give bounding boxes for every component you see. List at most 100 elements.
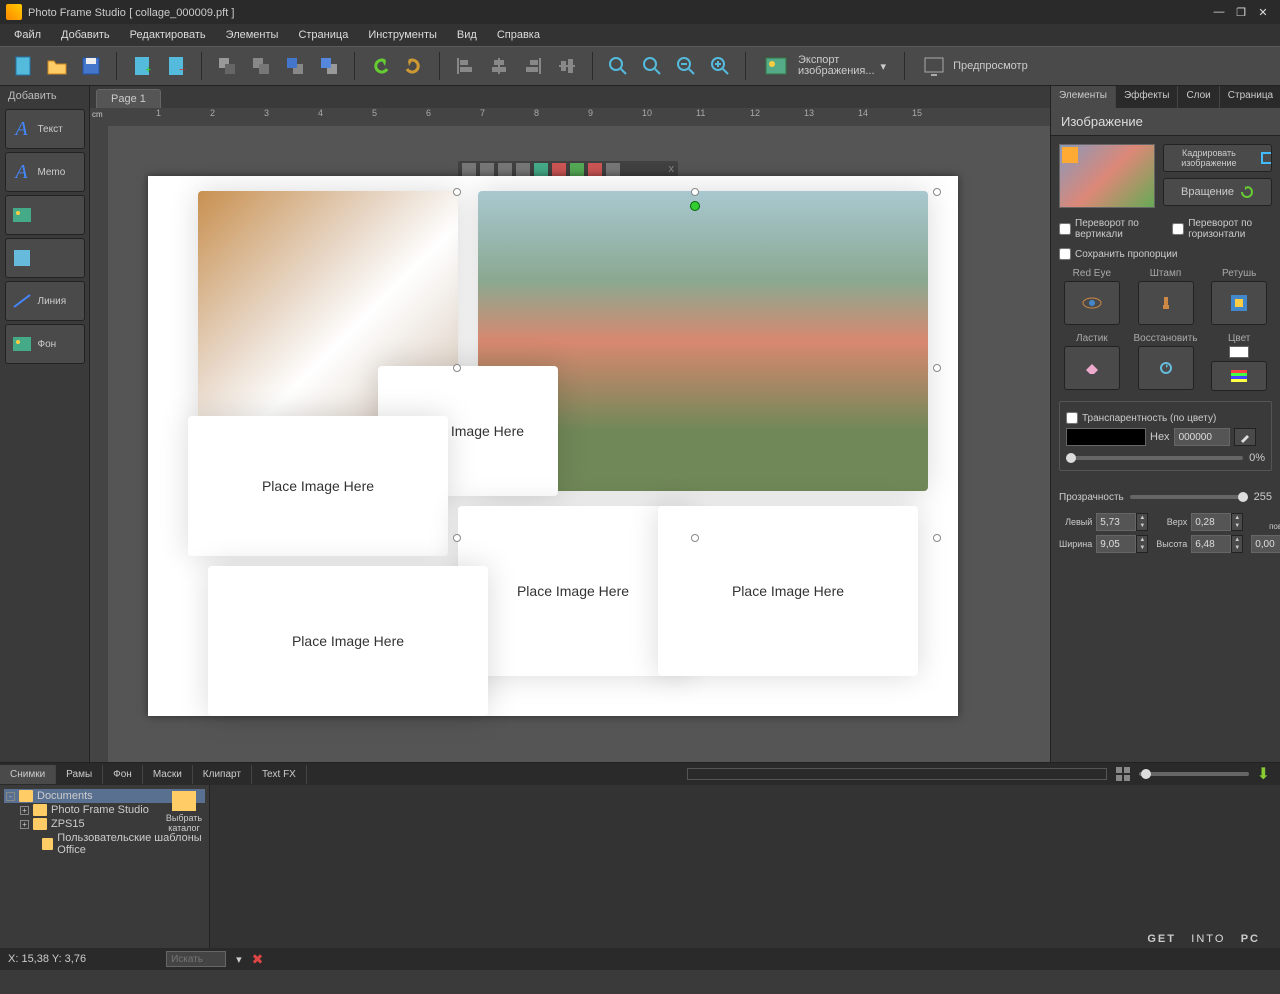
export-button[interactable]: Экспорт изображения... ▾ [756, 49, 894, 83]
menu-elements[interactable]: Элементы [216, 26, 289, 44]
maximize-button[interactable]: ❐ [1230, 3, 1252, 21]
add-text-button[interactable]: A Текст [5, 109, 85, 149]
layer-front-button[interactable] [314, 51, 344, 81]
transparency-slider[interactable] [1066, 456, 1243, 460]
angle-input[interactable] [1251, 535, 1280, 553]
add-memo-button[interactable]: A Memo [5, 152, 85, 192]
apply-icon[interactable]: ⬇ [1257, 764, 1270, 784]
tab-frames[interactable]: Рамы [56, 765, 103, 784]
height-input[interactable] [1191, 535, 1231, 553]
selection-handle[interactable] [933, 534, 941, 542]
zoom-fit-button[interactable] [603, 51, 633, 81]
workspace[interactable]: x Place Image Here Place Image Here Plac… [108, 126, 1050, 762]
transparency-value: 0% [1249, 452, 1265, 464]
canvas-paper[interactable]: Place Image Here Place Image Here Place … [148, 176, 958, 716]
tab-layers[interactable]: Слои [1178, 86, 1219, 108]
search-dropdown-icon[interactable]: ▾ [236, 953, 242, 966]
zoom-out-button[interactable] [671, 51, 701, 81]
select-catalog-button[interactable]: Выбрать каталог [162, 791, 206, 833]
collage-placeholder-3[interactable]: Place Image Here [458, 506, 688, 676]
layer-backward-button[interactable] [246, 51, 276, 81]
selection-handle[interactable] [453, 364, 461, 372]
menu-tools[interactable]: Инструменты [358, 26, 447, 44]
menu-add[interactable]: Добавить [51, 26, 120, 44]
tree-item-templates[interactable]: Пользовательские шаблоны Office [4, 831, 205, 857]
bottom-scrollbar[interactable] [687, 768, 1107, 780]
shape-icon [12, 248, 32, 268]
opacity-slider[interactable] [1130, 495, 1248, 499]
add-background-button[interactable]: Фон [5, 324, 85, 364]
save-button[interactable] [76, 51, 106, 81]
align-right-button[interactable] [518, 51, 548, 81]
hex-input[interactable] [1174, 428, 1230, 446]
align-left-button[interactable] [450, 51, 480, 81]
remove-page-button[interactable]: − [161, 51, 191, 81]
image-thumbnail[interactable] [1059, 144, 1155, 208]
page-tab-1[interactable]: Page 1 [96, 89, 161, 108]
zoom-100-button[interactable] [637, 51, 667, 81]
rotation-handle[interactable] [690, 201, 700, 211]
color-swatch[interactable] [1066, 428, 1146, 446]
eyedropper-button[interactable] [1234, 428, 1256, 446]
layer-forward-button[interactable] [280, 51, 310, 81]
selection-handle[interactable] [453, 188, 461, 196]
tab-elements[interactable]: Элементы [1051, 86, 1116, 108]
keep-ratio-checkbox[interactable] [1059, 248, 1071, 260]
add-page-button[interactable]: + [127, 51, 157, 81]
grid-view-icon[interactable] [1115, 766, 1131, 782]
menu-edit[interactable]: Редактировать [120, 26, 216, 44]
right-panel: Элементы Эффекты Слои Страница Н Изображ… [1050, 86, 1280, 762]
selection-handle[interactable] [453, 534, 461, 542]
tab-backgrounds[interactable]: Фон [103, 765, 143, 784]
undo-button[interactable] [365, 51, 395, 81]
tab-page[interactable]: Страница [1220, 86, 1280, 108]
menu-help[interactable]: Справка [487, 26, 550, 44]
transparency-checkbox[interactable] [1066, 412, 1078, 424]
tab-masks[interactable]: Маски [143, 765, 193, 784]
stamp-button[interactable] [1138, 281, 1194, 325]
minimize-button[interactable]: — [1208, 3, 1230, 21]
selection-handle[interactable] [691, 534, 699, 542]
menu-page[interactable]: Страница [288, 26, 358, 44]
open-button[interactable] [42, 51, 72, 81]
close-button[interactable]: ✕ [1252, 3, 1274, 21]
tab-effects[interactable]: Эффекты [1116, 86, 1178, 108]
clear-search-icon[interactable]: ✖ [252, 951, 264, 968]
flip-vertical-checkbox[interactable] [1059, 223, 1071, 235]
align-center-button[interactable] [484, 51, 514, 81]
layer-back-button[interactable] [212, 51, 242, 81]
flip-horizontal-checkbox[interactable] [1172, 223, 1184, 235]
restore-button[interactable] [1138, 346, 1194, 390]
redeye-button[interactable] [1064, 281, 1120, 325]
color-button[interactable] [1211, 361, 1267, 391]
menu-view[interactable]: Вид [447, 26, 487, 44]
add-shape-button[interactable] [5, 238, 85, 278]
tab-clipart[interactable]: Клипарт [193, 765, 252, 784]
left-input[interactable] [1096, 513, 1136, 531]
new-button[interactable] [8, 51, 38, 81]
collage-placeholder-4[interactable]: Place Image Here [658, 506, 918, 676]
retouch-button[interactable] [1211, 281, 1267, 325]
selection-handle[interactable] [933, 364, 941, 372]
redo-button[interactable] [399, 51, 429, 81]
menu-file[interactable]: Файл [4, 26, 51, 44]
add-line-button[interactable]: Линия [5, 281, 85, 321]
tab-textfx[interactable]: Text FX [252, 765, 307, 784]
collage-placeholder-2[interactable]: Place Image Here [188, 416, 448, 556]
opacity-value: 255 [1254, 491, 1272, 503]
preview-button[interactable]: Предпросмотр [915, 49, 1036, 83]
collage-placeholder-5[interactable]: Place Image Here [208, 566, 488, 716]
width-input[interactable] [1096, 535, 1136, 553]
eraser-button[interactable] [1064, 346, 1120, 390]
add-image-button[interactable] [5, 195, 85, 235]
align-more-button[interactable] [552, 51, 582, 81]
search-input[interactable] [166, 951, 226, 967]
crop-button[interactable]: Кадрировать изображение [1163, 144, 1272, 172]
tab-snapshots[interactable]: Снимки [0, 765, 56, 784]
top-input[interactable] [1191, 513, 1231, 531]
thumbnail-size-slider[interactable] [1139, 772, 1249, 776]
selection-handle[interactable] [691, 188, 699, 196]
zoom-in-button[interactable] [705, 51, 735, 81]
selection-handle[interactable] [933, 188, 941, 196]
rotate-button[interactable]: Вращение [1163, 178, 1272, 206]
